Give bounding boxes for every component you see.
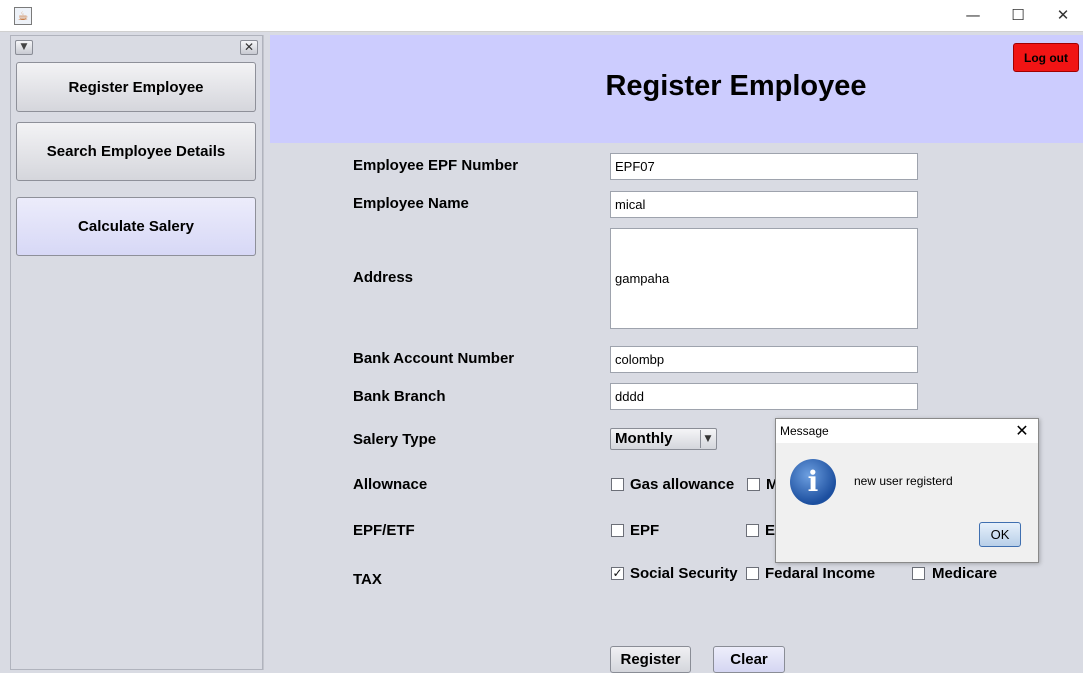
social-security-checkbox[interactable]: ✓ — [611, 567, 624, 580]
etf-option-label: E — [765, 522, 776, 539]
employee-name-label: Employee Name — [353, 195, 469, 212]
epf-number-label: Employee EPF Number — [353, 157, 519, 174]
employee-name-field[interactable]: mical — [610, 191, 918, 218]
split-pane-divider[interactable] — [263, 35, 270, 670]
bank-branch-field[interactable]: dddd — [610, 383, 918, 410]
epf-option-label: EPF — [630, 522, 660, 539]
maximize-icon[interactable]: ☐ — [995, 0, 1041, 32]
federal-income-checkbox[interactable] — [746, 567, 759, 580]
epf-etf-label: EPF/ETF — [353, 522, 415, 539]
window-close-icon[interactable]: ✕ — [1040, 0, 1083, 32]
dropdown-arrow-icon[interactable]: ▼ — [700, 430, 715, 448]
bank-account-field[interactable]: colombp — [610, 346, 918, 373]
gas-allowance-checkbox[interactable] — [611, 478, 624, 491]
info-icon: i — [790, 459, 836, 505]
bank-account-label: Bank Account Number — [353, 350, 515, 367]
federal-income-label: Fedaral Income — [765, 565, 876, 582]
address-label: Address — [353, 269, 414, 286]
tax-label: TAX — [353, 571, 382, 588]
dialog-close-icon[interactable]: ✕ — [1010, 420, 1034, 442]
dialog-message: new user registerd — [854, 474, 953, 488]
salary-type-label: Salery Type — [353, 431, 437, 448]
minimize-icon[interactable]: — — [950, 0, 996, 32]
java-app-icon: ☕ — [14, 7, 32, 25]
sidebar-item-register-employee[interactable]: Register Employee — [16, 62, 256, 112]
window-title-bar — [0, 0, 1083, 32]
medicare-checkbox[interactable] — [912, 567, 925, 580]
register-button[interactable]: Register — [610, 646, 691, 673]
etf-checkbox[interactable] — [746, 524, 759, 537]
social-security-label: Social Security — [630, 565, 738, 582]
sidebar-item-calculate-salary[interactable]: Calculate Salery — [16, 197, 256, 256]
bank-branch-label: Bank Branch — [353, 388, 446, 405]
chevron-down-icon[interactable]: ▼ — [15, 40, 33, 55]
address-textarea[interactable]: gampaha — [610, 228, 918, 329]
dialog-title: Message — [780, 424, 829, 438]
ok-button[interactable]: OK — [979, 522, 1021, 547]
m-allowance-checkbox[interactable] — [747, 478, 760, 491]
gas-allowance-label: Gas allowance — [630, 476, 735, 493]
logout-button[interactable]: Log out — [1013, 43, 1079, 72]
epf-number-field[interactable]: EPF07 — [610, 153, 918, 180]
epf-checkbox[interactable] — [611, 524, 624, 537]
clear-button[interactable]: Clear — [713, 646, 785, 673]
allowance-label: Allownace — [353, 476, 428, 493]
panel-close-icon[interactable]: ✕ — [240, 40, 258, 55]
page-title: Register Employee — [605, 70, 867, 102]
medicare-label: Medicare — [932, 565, 998, 582]
sidebar-item-search-employee[interactable]: Search Employee Details — [16, 122, 256, 181]
